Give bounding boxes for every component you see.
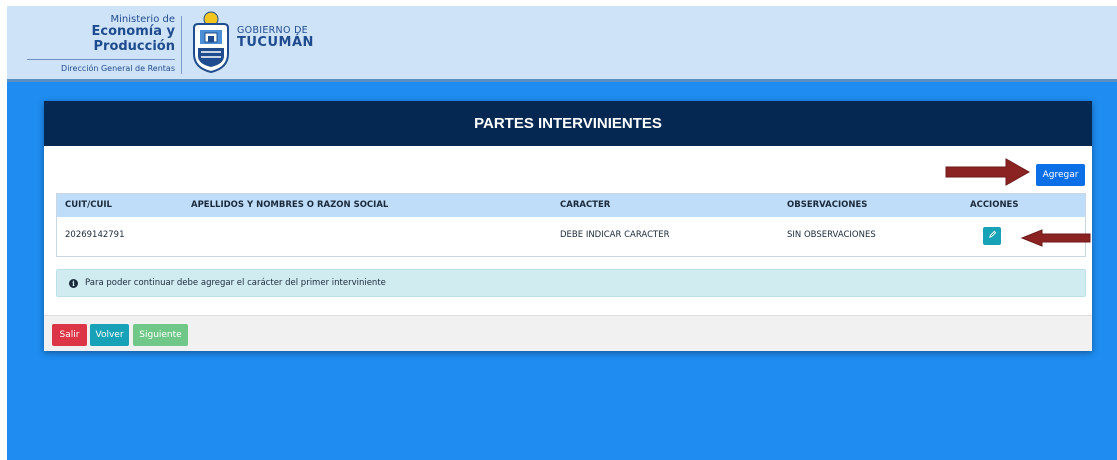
- edit-button[interactable]: [983, 227, 1001, 245]
- ministry-subtitle: Dirección General de Rentas: [61, 64, 175, 73]
- top-banner: Ministerio de Economía y Producción Dire…: [7, 6, 1117, 82]
- ministry-logo: Ministerio de Economía y Producción Dire…: [15, 14, 175, 73]
- next-button[interactable]: Siguiente: [133, 324, 188, 346]
- card-title: PARTES INTERVINIENTES: [44, 101, 1092, 146]
- government-label-big: TUCUMÁN: [237, 35, 314, 50]
- column-header-cuit: CUIT/CUIL: [65, 200, 112, 210]
- participants-table: CUIT/CUIL APELLIDOS Y NOMBRES O RAZON SO…: [56, 193, 1086, 257]
- cell-caracter: DEBE INDICAR CARACTER: [560, 230, 670, 240]
- column-header-observaciones: OBSERVACIONES: [787, 200, 868, 210]
- column-header-nombre: APELLIDOS Y NOMBRES O RAZON SOCIAL: [191, 200, 389, 210]
- info-icon: i: [69, 279, 78, 288]
- pencil-icon: [988, 230, 996, 238]
- back-button[interactable]: Volver: [90, 324, 129, 346]
- annotation-arrow-right-icon: [945, 158, 1031, 186]
- app-canvas: Ministerio de Economía y Producción Dire…: [7, 6, 1117, 460]
- table-row: 20269142791 DEBE INDICAR CARACTER SIN OB…: [57, 217, 1085, 253]
- ministry-divider: [27, 59, 175, 60]
- info-alert: i Para poder continuar debe agregar el c…: [56, 269, 1086, 297]
- ministry-label-big: Economía y Producción: [91, 24, 175, 54]
- exit-button[interactable]: Salir: [52, 324, 87, 346]
- annotation-arrow-left-icon: [1020, 229, 1091, 247]
- partes-card: PARTES INTERVINIENTES Agregar CUIT/CUIL …: [44, 101, 1092, 351]
- card-footer: Salir Volver Siguiente: [44, 315, 1092, 351]
- add-button[interactable]: Agregar: [1036, 164, 1085, 186]
- column-header-caracter: CARACTER: [560, 200, 611, 210]
- government-logo: GOBIERNO DE TUCUMÁN: [237, 25, 314, 50]
- alert-message: Para poder continuar debe agregar el car…: [85, 278, 386, 288]
- column-header-acciones: ACCIONES: [970, 200, 1019, 210]
- logo-divider: [181, 16, 182, 74]
- cell-observaciones: SIN OBSERVACIONES: [787, 230, 876, 240]
- table-header: CUIT/CUIL APELLIDOS Y NOMBRES O RAZON SO…: [57, 194, 1085, 217]
- tucuman-seal-icon: [193, 11, 229, 74]
- cell-cuit: 20269142791: [65, 230, 125, 240]
